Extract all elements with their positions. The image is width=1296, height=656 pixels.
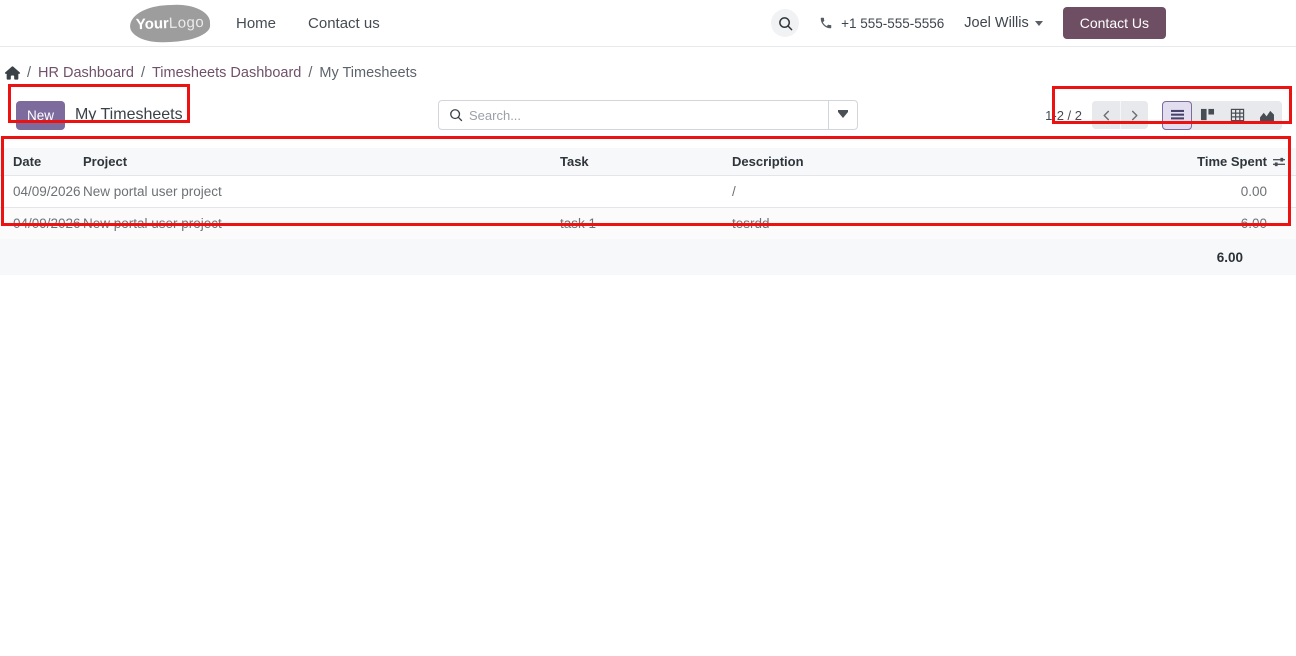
view-switcher-kanban-button[interactable]: [1192, 101, 1222, 130]
column-header-time-spent[interactable]: Time Spent: [1132, 148, 1272, 176]
breadcrumb-timesheets-dashboard[interactable]: Timesheets Dashboard: [152, 65, 301, 81]
phone-icon: [819, 16, 833, 30]
search-icon: [439, 101, 463, 129]
view-switcher-graph-button[interactable]: [1252, 101, 1282, 130]
cell-project: New portal user project: [83, 207, 560, 239]
search-input[interactable]: [463, 101, 828, 129]
optional-columns-button[interactable]: [1272, 148, 1296, 176]
table-row[interactable]: 04/09/2026 New portal user project task …: [0, 207, 1296, 239]
column-header-date[interactable]: Date: [0, 148, 83, 176]
cell-time-spent: 0.00: [1132, 175, 1272, 208]
nav-links: Home Contact us: [236, 15, 380, 32]
kanban-view-icon: [1200, 108, 1215, 122]
cell-description: /: [732, 175, 1132, 208]
breadcrumb-my-timesheets: My Timesheets: [319, 65, 417, 81]
pager: 1-2 / 2: [1045, 101, 1148, 129]
navbar-search-button[interactable]: [771, 9, 800, 37]
pivot-view-icon: [1230, 108, 1245, 122]
view-switcher-pivot-button[interactable]: [1222, 101, 1252, 130]
contact-us-button[interactable]: Contact Us: [1062, 7, 1166, 39]
table-footer: 6.00: [0, 239, 1296, 275]
pager-previous-button[interactable]: [1092, 101, 1120, 129]
chevron-left-icon: [1101, 110, 1112, 121]
cell-date: 04/09/2026: [0, 175, 83, 208]
top-navbar: Your Logo Home Contact us +1 555-555-5556…: [0, 0, 1296, 47]
timesheet-table: Date Project Task Description Time Spent…: [0, 148, 1296, 239]
chevron-down-icon: [838, 110, 848, 118]
column-header-project[interactable]: Project: [83, 148, 560, 176]
optional-columns-sliders-icon: [1272, 156, 1296, 168]
logo-text-bold: Your: [135, 14, 170, 33]
logo-text-light: Logo: [168, 13, 205, 32]
pager-range: 1-2 / 2: [1045, 107, 1082, 123]
table-header-row: Date Project Task Description Time Spent: [0, 148, 1296, 176]
chevron-down-icon: [1034, 20, 1043, 26]
breadcrumb-hr-dashboard[interactable]: HR Dashboard: [38, 65, 134, 81]
phone-contact[interactable]: +1 555-555-5556: [819, 16, 944, 31]
time-spent-total: 6.00: [1216, 249, 1243, 265]
search-icon: [778, 16, 793, 31]
user-dropdown[interactable]: Joel Willis: [964, 15, 1043, 31]
column-header-task[interactable]: Task: [560, 148, 732, 176]
graph-view-icon: [1259, 109, 1275, 122]
cell-project: New portal user project: [83, 175, 560, 208]
view-switcher-list-button[interactable]: [1162, 100, 1192, 130]
breadcrumb-separator: /: [140, 65, 145, 81]
list-view-icon: [1170, 109, 1185, 122]
home-icon[interactable]: [5, 66, 20, 80]
cell-date: 04/09/2026: [0, 207, 83, 239]
cell-time-spent: 6.00: [1132, 207, 1272, 239]
table-row[interactable]: 04/09/2026 New portal user project / 0.0…: [0, 175, 1296, 208]
column-header-description[interactable]: Description: [732, 148, 1132, 176]
pager-next-button[interactable]: [1120, 101, 1148, 129]
search-options-toggle[interactable]: [828, 101, 857, 129]
view-switcher: [1162, 100, 1282, 130]
phone-number: +1 555-555-5556: [841, 15, 945, 31]
cell-description: tesrdd: [732, 207, 1132, 239]
control-panel: New My Timesheets 1-2 / 2: [0, 95, 1296, 135]
breadcrumb: / HR Dashboard / Timesheets Dashboard / …: [0, 47, 1296, 91]
cell-task: task 1: [560, 207, 732, 239]
cell-task: [560, 175, 732, 208]
chevron-right-icon: [1129, 110, 1140, 121]
nav-link-contact-us[interactable]: Contact us: [308, 15, 380, 32]
nav-link-home[interactable]: Home: [236, 15, 276, 32]
page-title: My Timesheets: [75, 106, 183, 123]
search-bar: [438, 100, 858, 130]
breadcrumb-separator: /: [308, 65, 313, 81]
breadcrumb-separator: /: [27, 65, 32, 81]
new-button[interactable]: New: [16, 100, 66, 130]
user-name: Joel Willis: [964, 15, 1029, 31]
company-logo[interactable]: Your Logo: [129, 3, 211, 43]
